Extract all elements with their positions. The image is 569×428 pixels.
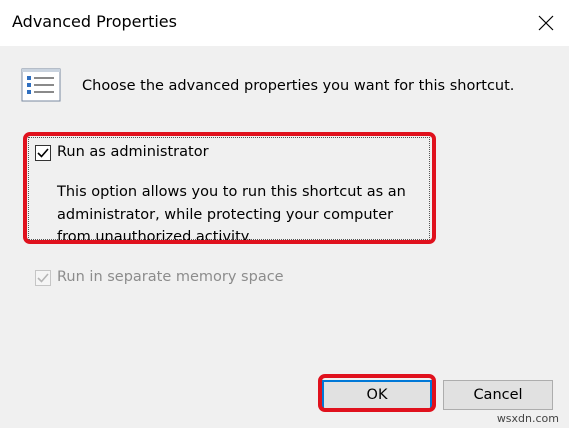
watermark: wsxdn.com: [496, 412, 559, 425]
separate-memory-label[interactable]: Run in separate memory space: [57, 269, 284, 285]
ok-button-highlight: [318, 374, 436, 412]
title-bar: Advanced Properties: [0, 0, 569, 46]
run-as-admin-highlight: [23, 132, 436, 244]
close-icon: [538, 15, 554, 31]
cancel-button[interactable]: Cancel: [443, 380, 553, 410]
properties-list-icon: [18, 66, 62, 104]
checkmark-icon: [37, 273, 49, 283]
dialog-title: Advanced Properties: [12, 12, 177, 31]
intro-text: Choose the advanced properties you want …: [82, 78, 515, 94]
close-button[interactable]: [523, 0, 569, 46]
separate-memory-checkbox[interactable]: [35, 270, 51, 286]
